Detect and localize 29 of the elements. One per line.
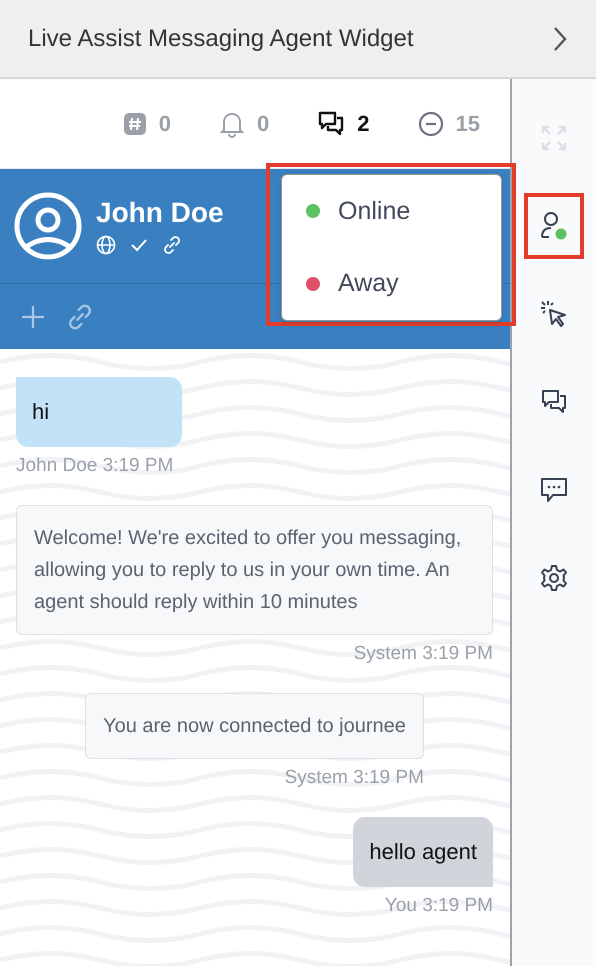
message-meta: System 3:19 PM (284, 767, 424, 789)
count-label: 0 (257, 110, 270, 136)
globe-icon (96, 235, 116, 255)
status-option[interactable]: Online (282, 196, 501, 226)
message-bubble: hello agent (353, 817, 493, 887)
hash-icon[interactable] (122, 112, 147, 136)
link-icon[interactable] (162, 235, 182, 255)
settings-icon[interactable] (540, 564, 568, 592)
message-meta: You 3:19 PM (384, 895, 493, 917)
message-meta: System 3:19 PM (354, 643, 493, 665)
user-status-icon[interactable] (539, 210, 569, 242)
chat-bubbles-icon[interactable] (317, 110, 346, 138)
count-label: 15 (456, 110, 480, 136)
count-label: 0 (158, 110, 172, 136)
system-message: You are now connected to journee (85, 693, 424, 759)
chat-bubbles-icon[interactable] (540, 388, 568, 416)
message-meta: John Doe 3:19 PM (16, 455, 174, 477)
comment-icon[interactable] (540, 476, 568, 504)
count-label: 2 (357, 110, 370, 136)
system-message: Welcome! We're excited to offer you messaging, allowing you to reply to us in your own time. An agent should reply within 10 minutes (16, 505, 493, 635)
cursor-click-icon[interactable] (539, 299, 569, 329)
avatar-icon (14, 192, 82, 260)
contact-name: John Doe (96, 197, 224, 229)
window-title: Live Assist Messaging Agent Widget (28, 24, 414, 52)
chevron-right-icon[interactable] (552, 26, 568, 52)
check-icon (130, 237, 148, 253)
status-option[interactable]: Away (282, 269, 501, 298)
minus-circle-icon[interactable] (418, 110, 444, 136)
message-bubble: hi (16, 377, 182, 447)
